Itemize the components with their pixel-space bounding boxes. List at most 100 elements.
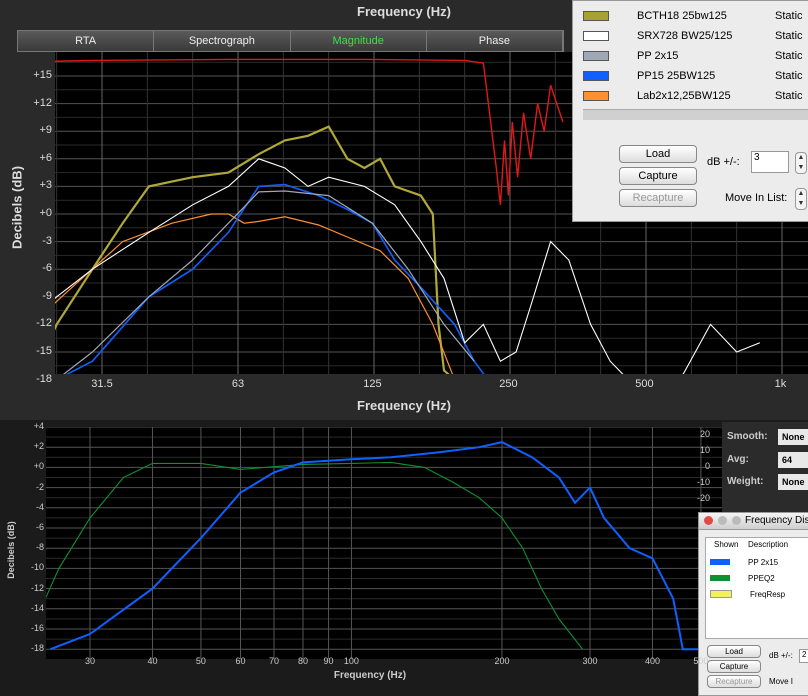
color-swatch xyxy=(710,575,730,581)
color-swatch xyxy=(710,559,730,565)
bottom-y-tick-label: -16 xyxy=(30,623,44,633)
x-axis-label: Frequency (Hz) xyxy=(357,398,451,413)
weight-label: Weight: xyxy=(727,476,764,487)
trace-name: SRX728 BW25/125 xyxy=(637,30,733,42)
x-tick-label: 500 xyxy=(635,378,654,390)
weight-select[interactable]: None xyxy=(778,474,808,490)
y-tick-label: +9 xyxy=(39,124,52,137)
list-item[interactable]: BCTH18 25bw125 Static xyxy=(583,6,808,26)
close-icon[interactable] xyxy=(704,516,713,525)
x-tick-label: 63 xyxy=(231,378,245,390)
list-item[interactable]: PP15 25BW125 Static xyxy=(583,66,808,86)
recapture-button[interactable]: Recapture xyxy=(707,675,761,688)
trace-mode: Static xyxy=(775,70,803,82)
trace-mode: Static xyxy=(775,10,803,22)
bottom-x-tick-label: 400 xyxy=(644,656,660,666)
list-item[interactable]: PPEQ2 xyxy=(710,572,775,584)
color-swatch xyxy=(583,91,609,101)
bottom-x-tick-label: 70 xyxy=(268,656,279,666)
trace-mode: Static xyxy=(775,30,803,42)
bottom-y-tick-label: -10 xyxy=(30,562,44,573)
db-stepper[interactable]: ▲ ▼ xyxy=(795,152,807,174)
col-description: Description xyxy=(748,540,789,549)
minimize-icon[interactable] xyxy=(718,516,727,525)
color-swatch xyxy=(583,51,609,61)
bottom-y-tick-label: -18 xyxy=(30,643,44,654)
bottom-x-tick-label: 200 xyxy=(494,656,510,666)
db-label: dB +/-: xyxy=(769,651,793,660)
tab-phase[interactable]: Phase xyxy=(427,31,563,51)
move-label: Move I xyxy=(769,677,794,686)
trace-list: Shown Description PP 2x15 PPEQ2 FreqResp xyxy=(705,537,808,639)
load-button[interactable]: Load xyxy=(707,645,761,658)
y-tick-label: -15 xyxy=(36,345,52,357)
bottom-y2-tick-label: 10 xyxy=(699,445,710,455)
x-tick-label: 125 xyxy=(363,378,382,390)
bottom-x-tick-label: 60 xyxy=(235,656,246,666)
avg-field[interactable]: 64 xyxy=(778,452,808,468)
bottom-y2-tick-label: -20 xyxy=(696,493,710,503)
y-tick-label: -6 xyxy=(42,262,52,275)
bottom-y-tick-label: -4 xyxy=(35,501,44,512)
trace-mode: Static xyxy=(775,50,803,62)
capture-button[interactable]: Capture xyxy=(707,660,761,673)
y-tick-label: -3 xyxy=(42,234,52,247)
avg-label: Avg: xyxy=(727,454,749,465)
x-tick-label: 31.5 xyxy=(91,378,113,390)
plot-background xyxy=(46,427,722,659)
dialog-title: Frequency Dis xyxy=(745,515,808,526)
list-item[interactable]: FreqResp xyxy=(710,588,785,600)
trace-name: BCTH18 25bw125 xyxy=(637,10,727,22)
bottom-x-tick-label: 90 xyxy=(323,656,334,666)
color-swatch xyxy=(583,11,609,21)
list-item[interactable]: PP 2x15 xyxy=(710,556,778,568)
bottom-y-tick-label: -14 xyxy=(30,602,44,613)
frequency-response-plot xyxy=(46,427,722,659)
color-swatch xyxy=(583,31,609,41)
x-tick-label: 250 xyxy=(499,378,518,390)
db-field[interactable]: 3 xyxy=(751,151,789,173)
tab-rta[interactable]: RTA xyxy=(18,31,155,51)
bottom-y-tick-label: +0 xyxy=(33,461,44,472)
tab-spectrograph[interactable]: Spectrograph xyxy=(154,31,291,51)
color-swatch xyxy=(710,590,732,598)
trace-mode: Static xyxy=(775,90,803,102)
y-axis-label: Decibels (dB) xyxy=(9,165,25,250)
smooth-label: Smooth: xyxy=(727,431,768,442)
tab-magnitude[interactable]: Magnitude xyxy=(291,31,427,51)
bottom-y-tick-label: -2 xyxy=(35,481,44,492)
frequency-response-window xyxy=(0,422,808,694)
bottom-y-tick-label: -12 xyxy=(30,582,44,593)
trace-name: FreqResp xyxy=(750,589,786,599)
x-tick-label: 1k xyxy=(774,378,787,390)
bottom-y-tick-label: +2 xyxy=(33,441,44,452)
bottom-y2-tick-label: 0 xyxy=(704,461,710,471)
load-button[interactable]: Load xyxy=(619,145,697,163)
move-stepper[interactable]: ▲ ▼ xyxy=(795,188,807,210)
bottom-y2-tick-label: 20 xyxy=(699,429,710,439)
bottom-x-tick-label: 300 xyxy=(582,656,598,666)
color-swatch xyxy=(583,71,609,81)
recapture-button[interactable]: Recapture xyxy=(619,189,697,207)
bottom-y-tick-label: -8 xyxy=(35,542,44,553)
y-tick-label: +0 xyxy=(39,207,52,219)
list-item[interactable]: PP 2x15 Static xyxy=(583,46,808,66)
bottom-y-tick-label: -6 xyxy=(35,522,44,532)
smoothing-panel: Smooth: None Avg: 64 Weight: None xyxy=(722,422,808,520)
y-tick-label: -18 xyxy=(36,372,52,385)
smooth-select[interactable]: None xyxy=(778,429,808,445)
bottom-x-tick-label: 40 xyxy=(147,656,158,666)
list-item[interactable]: SRX728 BW25/125 Static xyxy=(583,26,808,46)
list-item[interactable]: Lab2x12,25BW125 Static xyxy=(583,86,808,106)
trace-name: PPEQ2 xyxy=(748,573,775,583)
bottom-y-tick-label: +4 xyxy=(33,421,44,431)
dialog-titlebar[interactable]: Frequency Dis xyxy=(699,513,808,530)
horizontal-scrollbar[interactable] xyxy=(583,109,808,120)
zoom-icon[interactable] xyxy=(732,516,741,525)
y-tick-label: +6 xyxy=(39,151,52,164)
db-label: dB +/-: xyxy=(707,156,740,168)
db-field[interactable]: 2 xyxy=(799,649,808,663)
col-shown: Shown xyxy=(714,540,739,549)
capture-button[interactable]: Capture xyxy=(619,167,697,185)
trace-name: PP 2x15 xyxy=(748,557,779,567)
